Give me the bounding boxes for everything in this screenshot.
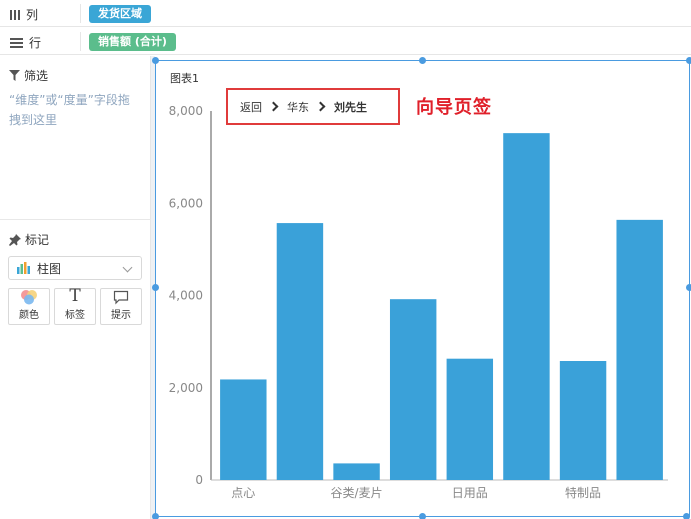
bar[interactable] [389,299,437,480]
bar[interactable] [220,379,267,480]
y-tick-label: 0 [195,473,203,487]
bar[interactable] [446,358,494,480]
y-tick-label: 2,000 [169,381,203,395]
x-tick-label: 特制品 [565,485,601,500]
bar-chart: 0 2,000 4,000 6,000 8,000 点心 谷类/麦片 日用品 特制品 [169,104,668,500]
x-tick-label: 谷类/麦片 [331,486,383,500]
y-tick-label: 6,000 [169,196,203,210]
x-tick-label: 日用品 [452,486,488,500]
annotation-label: 向导页签 [416,97,492,118]
x-tick-label: 点心 [231,486,255,500]
chevron-right-icon [268,101,279,112]
drill-breadcrumb: 返回 华东 刘先生 [226,88,400,125]
y-tick-label: 8,000 [169,104,203,118]
breadcrumb-level-1[interactable]: 华东 [287,99,309,115]
chevron-right-icon [315,101,326,112]
breadcrumb-back-link[interactable]: 返回 [240,99,262,115]
breadcrumb-current: 刘先生 [334,100,367,114]
bar[interactable] [503,133,550,480]
y-tick-label: 4,000 [169,289,203,303]
bar[interactable] [333,463,380,480]
bar[interactable] [616,219,663,481]
bar[interactable] [276,223,324,481]
bar[interactable] [559,360,607,480]
